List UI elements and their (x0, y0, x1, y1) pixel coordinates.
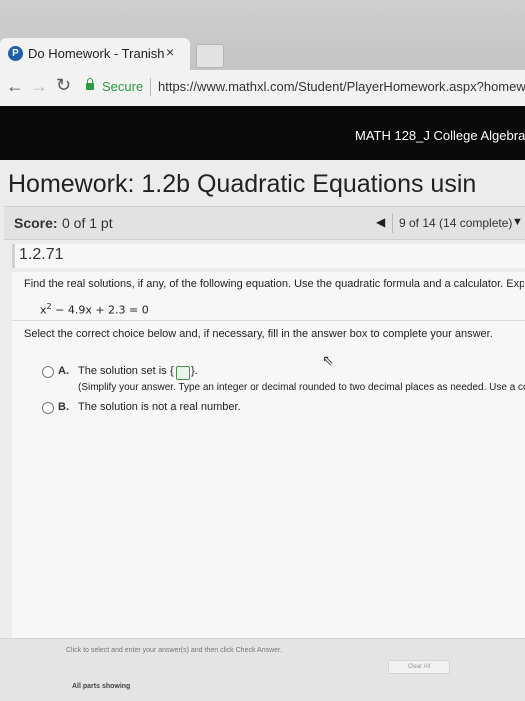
favicon-icon: P (8, 46, 23, 61)
divider (12, 320, 525, 321)
question-dropdown-icon[interactable]: ▼ (512, 216, 523, 228)
clear-all-button[interactable]: Clear All (388, 660, 450, 674)
option-a-letter: A. (58, 365, 69, 377)
brace-open: { (170, 365, 174, 377)
select-instructions: Select the correct choice below and, if … (24, 328, 493, 340)
previous-question-icon[interactable]: ◀ (376, 215, 385, 229)
footer-bar: Click to select and enter your answer(s)… (0, 638, 525, 701)
homework-content: Homework: 1.2b Quadratic Equations usin … (0, 160, 525, 701)
option-b-letter: B. (58, 401, 69, 413)
parts-showing[interactable]: All parts showing (72, 683, 130, 690)
progress-divider (392, 213, 393, 233)
option-a-radio[interactable] (42, 366, 54, 378)
problem-id: 1.2.71 (19, 246, 64, 263)
question-progress[interactable]: 9 of 14 (14 complete) (399, 216, 512, 230)
score-label: Score: (14, 215, 58, 231)
new-tab-button[interactable] (196, 44, 224, 68)
url-divider (150, 78, 151, 96)
forward-icon[interactable]: → (30, 76, 48, 97)
browser-toolbar: ← → ↻ Secure https://www.mathxl.com/Stud… (0, 70, 525, 107)
score-value: 0 of 1 pt (62, 215, 113, 231)
course-header: MATH 128_J College Algebra F (0, 106, 525, 160)
score-bar: Score: 0 of 1 pt ◀ 9 of 14 (14 complete)… (4, 206, 525, 240)
equation-rest: − 4.9x + 2.3 = 0 (51, 303, 149, 317)
reload-icon[interactable]: ↻ (56, 75, 71, 96)
course-name[interactable]: MATH 128_J College Algebra F (355, 128, 525, 143)
question-panel: Find the real solutions, if any, of the … (12, 272, 525, 692)
browser-tab-bar: P Do Homework - Tranish × (0, 0, 525, 70)
option-b-radio[interactable] (42, 402, 54, 414)
page-title: Homework: 1.2b Quadratic Equations usin (8, 170, 477, 198)
option-b-text: The solution is not a real number. (78, 401, 241, 413)
problem-id-bar: 1.2.71 (12, 244, 525, 268)
brace-close: }. (191, 365, 198, 377)
question-instructions: Find the real solutions, if any, of the … (24, 278, 524, 290)
option-a-note: (Simplify your answer. Type an integer o… (78, 382, 525, 393)
address-bar[interactable]: https://www.mathxl.com/Student/PlayerHom… (158, 79, 525, 94)
tab-title: Do Homework - Tranish (28, 46, 165, 61)
lock-icon (86, 78, 94, 90)
close-icon[interactable]: × (166, 44, 174, 60)
answer-input[interactable] (176, 366, 190, 380)
option-a-text: The solution set is (78, 365, 167, 377)
mouse-cursor-icon: ⇖ (322, 352, 334, 368)
browser-tab[interactable]: P Do Homework - Tranish × (0, 38, 190, 70)
equation: x2 − 4.9x + 2.3 = 0 (40, 302, 149, 317)
back-icon[interactable]: ← (6, 76, 24, 97)
secure-label: Secure (102, 79, 144, 94)
footer-instructions: Click to select and enter your answer(s)… (66, 647, 282, 654)
